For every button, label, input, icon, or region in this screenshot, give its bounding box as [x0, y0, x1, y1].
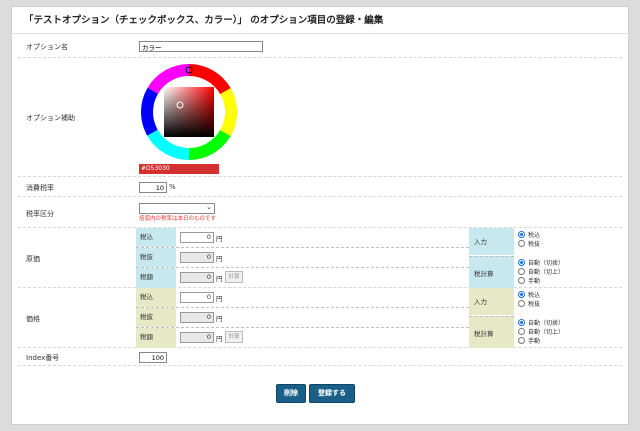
tax-category-row: 税率区分 ⌄ 括弧内の税率は本日のものです [18, 197, 622, 228]
cost-label: 原価 [26, 255, 40, 263]
cost-calc-option-floor[interactable]: 自動（切捨） [518, 259, 564, 268]
price-calc-label: 税計算 [469, 316, 514, 348]
radio-icon[interactable] [518, 277, 525, 284]
price-calc-option-floor[interactable]: 自動（切捨） [518, 319, 564, 328]
cost-tax-excluded-row: 税抜 0 円 [136, 248, 469, 268]
option-aux-label: オプション補助 [26, 114, 75, 122]
register-button[interactable]: 登録する [309, 384, 355, 403]
cost-tax-amount-row: 税額 0 円 計算 [136, 268, 469, 288]
price-tax-amount-label: 税額 [136, 328, 176, 348]
cost-calc-radio-group: 自動（切捨） 自動（切上） 手動 [518, 259, 564, 286]
tax-rate-label: 消費税率 [26, 184, 54, 192]
radio-icon[interactable] [518, 268, 525, 275]
cost-tax-included-row: 税込 0 円 [136, 228, 469, 248]
price-input-label: 入力 [469, 288, 514, 315]
radio-checked-icon[interactable] [518, 231, 525, 238]
option-name-label: オプション名 [26, 43, 68, 51]
cost-tax-excluded-input[interactable]: 0 [180, 252, 214, 263]
color-picker[interactable] [139, 62, 239, 162]
price-tax-amount-row: 税額 0 円 計算 [136, 328, 469, 348]
cost-tax-included-unit: 円 [216, 235, 223, 243]
saturation-square[interactable] [164, 87, 214, 137]
option-name-row: オプション名 [18, 34, 622, 58]
price-input-option-included[interactable]: 税込 [518, 291, 540, 300]
cost-tax-amount-unit: 円 [216, 275, 223, 283]
radio-icon[interactable] [518, 300, 525, 307]
price-row: 価格 税込 0 円 税抜 0 円 税額 0 円 計算 入力 税込 税抜 税計算 … [18, 288, 622, 348]
price-calc-option-ceil[interactable]: 自動（切上） [518, 328, 564, 337]
tax-category-select[interactable]: ⌄ [139, 203, 215, 214]
price-tax-excluded-input[interactable]: 0 [180, 312, 214, 323]
price-tax-included-row: 税込 0 円 [136, 288, 469, 308]
cost-input-option-included[interactable]: 税込 [518, 231, 540, 240]
price-tax-included-input[interactable]: 0 [180, 292, 214, 303]
price-label: 価格 [26, 315, 40, 323]
cost-row: 原価 税込 0 円 税抜 0 円 税額 0 円 計算 入力 税込 税抜 税計算 … [18, 228, 622, 288]
price-calc-option-manual[interactable]: 手動 [518, 337, 564, 346]
price-tax-included-label: 税込 [136, 288, 176, 307]
page-frame: 「テストオプション（チェックボックス、カラー）」 のオプション項目の登録・編集 … [0, 0, 640, 431]
page-title: 「テストオプション（チェックボックス、カラー）」 のオプション項目の登録・編集 [12, 7, 628, 34]
edit-panel: 「テストオプション（チェックボックス、カラー）」 のオプション項目の登録・編集 … [11, 6, 629, 425]
tax-rate-unit: % [169, 183, 176, 191]
cost-input-radio-group: 税込 税抜 [518, 231, 540, 249]
radio-checked-icon[interactable] [518, 291, 525, 298]
option-aux-row: オプション補助 #D53030 [18, 58, 622, 177]
price-calc-button[interactable]: 計算 [225, 331, 243, 343]
cost-tax-excluded-label: 税抜 [136, 248, 176, 267]
price-tax-excluded-row: 税抜 0 円 [136, 308, 469, 328]
price-input-radio-group: 税込 税抜 [518, 291, 540, 309]
cost-calc-option-ceil[interactable]: 自動（切上） [518, 268, 564, 277]
price-calc-radio-group: 自動（切捨） 自動（切上） 手動 [518, 319, 564, 346]
radio-icon[interactable] [518, 337, 525, 344]
delete-button[interactable]: 削除 [276, 384, 306, 403]
radio-checked-icon[interactable] [518, 319, 525, 326]
tax-category-note: 括弧内の税率は本日のものです [139, 216, 217, 222]
price-tax-amount-input[interactable]: 0 [180, 332, 214, 343]
cost-tax-included-input[interactable]: 0 [180, 232, 214, 243]
radio-icon[interactable] [518, 328, 525, 335]
radio-checked-icon[interactable] [518, 259, 525, 266]
tax-rate-input[interactable] [139, 182, 167, 193]
price-tax-amount-unit: 円 [216, 335, 223, 343]
index-row: Index番号 [18, 348, 622, 366]
cost-calc-option-manual[interactable]: 手動 [518, 277, 564, 286]
radio-icon[interactable] [518, 240, 525, 247]
price-tax-excluded-unit: 円 [216, 315, 223, 323]
cost-tax-included-label: 税込 [136, 228, 176, 247]
index-label: Index番号 [26, 354, 60, 362]
cost-tax-amount-input[interactable]: 0 [180, 272, 214, 283]
cost-tax-amount-label: 税額 [136, 268, 176, 288]
index-input[interactable] [139, 352, 167, 363]
tax-category-label: 税率区分 [26, 210, 54, 218]
cost-input-option-excluded[interactable]: 税抜 [518, 240, 540, 249]
cost-tax-excluded-unit: 円 [216, 255, 223, 263]
price-input-option-excluded[interactable]: 税抜 [518, 300, 540, 309]
price-tax-excluded-label: 税抜 [136, 308, 176, 327]
cost-calc-label: 税計算 [469, 256, 514, 288]
option-name-input[interactable] [139, 41, 263, 52]
chevron-down-icon: ⌄ [206, 203, 212, 211]
cost-calc-button[interactable]: 計算 [225, 271, 243, 283]
color-hex-field[interactable]: #D53030 [139, 164, 219, 174]
price-tax-included-unit: 円 [216, 295, 223, 303]
cost-input-label: 入力 [469, 228, 514, 255]
tax-rate-row: 消費税率 % [18, 177, 622, 197]
